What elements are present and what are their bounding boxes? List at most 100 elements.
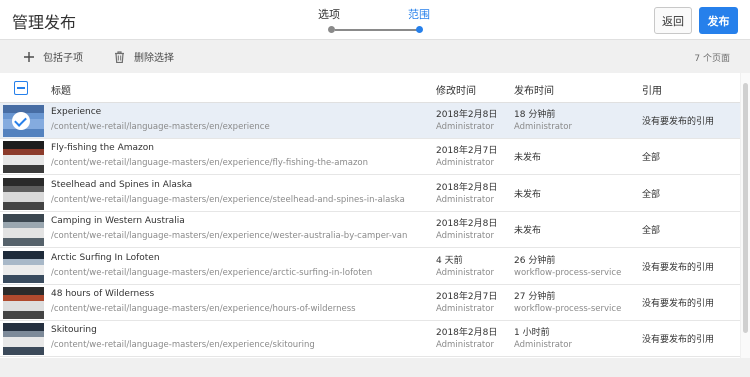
thumbnail-band xyxy=(3,264,44,275)
page-path-cell: /content/we-retail/language-masters/en/e… xyxy=(51,158,368,169)
page-title-cell: Experience xyxy=(51,107,102,117)
column-header-published[interactable]: 发布时间 xyxy=(514,82,554,97)
step-options-dot xyxy=(328,26,335,33)
table-row[interactable]: Experience/content/we-retail/language-ma… xyxy=(0,103,740,139)
modified-date-cell: 2018年2月7日 xyxy=(436,292,498,302)
thumbnail-band xyxy=(3,250,44,259)
thumbnail-band xyxy=(3,287,44,295)
page-title-cell: Arctic Surfing In Lofoten xyxy=(51,252,160,263)
published-date-cell: 未发布 xyxy=(514,189,542,200)
table-row[interactable]: Fly-fishing the Amazon/content/we-retail… xyxy=(0,139,740,176)
include-children-button[interactable]: 包括子项 xyxy=(24,49,83,64)
page-thumbnail[interactable] xyxy=(3,105,44,137)
references-cell[interactable]: 没有要发布的引用 xyxy=(642,114,714,127)
table-scrollbar[interactable] xyxy=(741,73,750,358)
pages-table: 标题 修改时间 发布时间 引用 Experience/content/we-re… xyxy=(0,73,740,358)
modified-by-cell: Administrator xyxy=(436,267,494,278)
page-path-cell: /content/we-retail/language-masters/en/e… xyxy=(51,231,408,242)
page-thumbnail[interactable] xyxy=(3,177,44,210)
delete-selection-button[interactable]: 删除选择 xyxy=(114,49,174,64)
page-count: 7 个页面 xyxy=(694,54,730,64)
page-title-cell: Fly-fishing the Amazon xyxy=(51,143,154,154)
modified-by-cell: Administrator xyxy=(436,158,494,169)
page-path-cell: /content/we-retail/language-masters/en/e… xyxy=(51,122,270,132)
page-thumbnail[interactable] xyxy=(3,323,44,356)
page-thumbnail[interactable] xyxy=(3,141,44,174)
header-bar: 管理发布 选项 范围 返回 发布 xyxy=(0,0,750,40)
table-row[interactable]: Arctic Surfing In Lofoten/content/we-ret… xyxy=(0,249,740,285)
page-title-cell: 48 hours of Wilderness xyxy=(51,289,155,299)
plus-icon xyxy=(24,51,34,62)
page-title-cell: Camping in Western Australia xyxy=(51,216,185,227)
table-row[interactable]: 48 hours of Wilderness/content/we-retail… xyxy=(0,285,740,321)
column-header-references[interactable]: 引用 xyxy=(642,82,662,97)
thumbnail-band xyxy=(3,191,44,202)
page-path-cell: /content/we-retail/language-masters/en/e… xyxy=(51,304,356,314)
back-button[interactable]: 返回 xyxy=(654,7,692,34)
published-date-cell: 27 分钟前 xyxy=(514,292,556,302)
thumbnail-band xyxy=(3,238,44,247)
thumbnail-band xyxy=(3,155,44,166)
thumbnail-band xyxy=(3,228,44,239)
page-title: 管理发布 xyxy=(12,13,77,32)
modified-date-cell: 2018年2月8日 xyxy=(436,328,498,339)
references-cell[interactable]: 全部 xyxy=(642,150,660,163)
published-by-cell: workflow-process-service xyxy=(514,304,622,314)
column-header-modified[interactable]: 修改时间 xyxy=(436,82,476,97)
modified-by-cell: Administrator xyxy=(436,194,494,205)
published-date-cell: 未发布 xyxy=(514,226,542,237)
modified-by-cell: Administrator xyxy=(436,122,494,132)
modified-date-cell: 2018年2月7日 xyxy=(436,146,498,157)
thumbnail-band xyxy=(3,347,44,356)
modified-by-cell: Administrator xyxy=(436,304,494,314)
page-thumbnail[interactable] xyxy=(3,287,44,319)
page-path-cell: /content/we-retail/language-masters/en/e… xyxy=(51,267,373,278)
select-all-checkbox[interactable] xyxy=(14,81,28,95)
modified-date-cell: 4 天前 xyxy=(436,255,463,266)
page-path-cell: /content/we-retail/language-masters/en/e… xyxy=(51,340,315,351)
references-cell[interactable]: 没有要发布的引用 xyxy=(642,332,714,345)
scrollbar-thumb[interactable] xyxy=(743,83,748,333)
table-row[interactable]: Skitouring/content/we-retail/language-ma… xyxy=(0,321,740,358)
table-row[interactable]: Steelhead and Spines in Alaska/content/w… xyxy=(0,176,740,212)
thumbnail-band xyxy=(3,141,44,150)
modified-by-cell: Administrator xyxy=(436,340,494,351)
include-children-label: 包括子项 xyxy=(43,53,83,64)
references-cell[interactable]: 没有要发布的引用 xyxy=(642,296,714,309)
published-by-cell: Administrator xyxy=(514,122,572,132)
thumbnail-band xyxy=(3,311,44,319)
modified-date-cell: 2018年2月8日 xyxy=(436,110,498,120)
published-by-cell: Administrator xyxy=(514,340,572,351)
modified-by-cell: Administrator xyxy=(436,231,494,242)
published-date-cell: 26 分钟前 xyxy=(514,255,556,266)
table-header: 标题 修改时间 发布时间 引用 xyxy=(0,73,740,103)
thumbnail-band xyxy=(3,177,44,186)
selected-check-icon[interactable] xyxy=(12,112,30,130)
references-cell[interactable]: 没有要发布的引用 xyxy=(642,260,714,273)
thumbnail-band xyxy=(3,301,44,311)
page-title-cell: Skitouring xyxy=(51,325,97,336)
trash-icon xyxy=(115,50,124,63)
column-header-title[interactable]: 标题 xyxy=(51,82,71,97)
table-row[interactable]: Camping in Western Australia/content/we-… xyxy=(0,212,740,249)
thumbnail-band xyxy=(3,129,44,137)
step-options[interactable]: 选项 xyxy=(318,6,340,22)
wizard-steps: 选项 范围 xyxy=(318,6,442,34)
delete-selection-label: 删除选择 xyxy=(134,53,174,64)
step-connector xyxy=(335,29,417,31)
page-path-cell: /content/we-retail/language-masters/en/e… xyxy=(51,194,405,205)
thumbnail-band xyxy=(3,214,44,223)
thumbnail-band xyxy=(3,201,44,210)
thumbnail-band xyxy=(3,337,44,348)
publish-button[interactable]: 发布 xyxy=(699,7,738,34)
published-by-cell: workflow-process-service xyxy=(514,267,622,278)
step-scope[interactable]: 范围 xyxy=(408,6,430,22)
references-cell[interactable]: 全部 xyxy=(642,223,660,236)
page-thumbnail[interactable] xyxy=(3,250,44,283)
action-toolbar: 包括子项 删除选择 7 个页面 xyxy=(0,40,750,72)
page-thumbnail[interactable] xyxy=(3,214,44,247)
step-scope-dot xyxy=(416,26,423,33)
published-date-cell: 18 分钟前 xyxy=(514,110,556,120)
references-cell[interactable]: 全部 xyxy=(642,187,660,200)
modified-date-cell: 2018年2月8日 xyxy=(436,182,498,193)
